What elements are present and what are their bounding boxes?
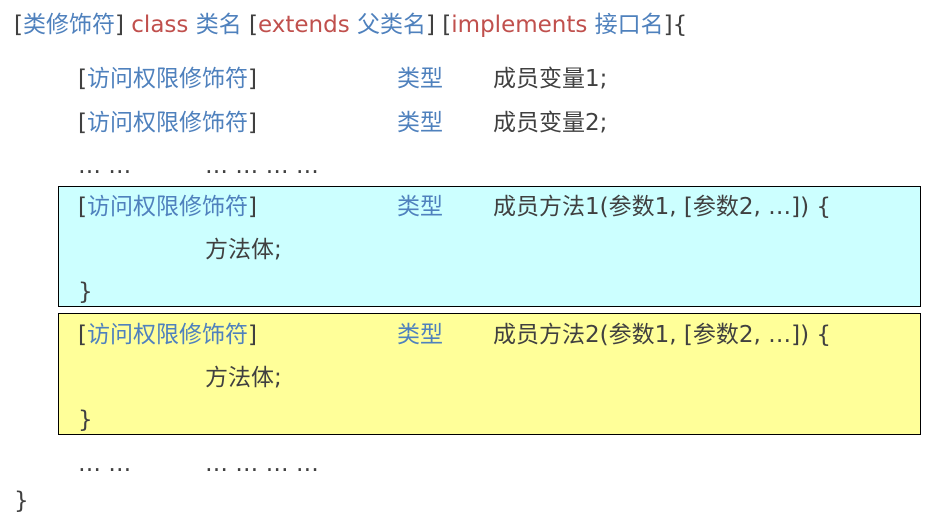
- field-type: 类型: [397, 110, 443, 136]
- field-type: 类型: [397, 66, 443, 92]
- access-modifier-label: 访问权限修饰符: [86, 322, 248, 348]
- method-close-brace: }: [78, 279, 93, 305]
- parent-class-name-label: 父类名: [357, 12, 426, 38]
- implements-keyword: implements: [451, 12, 588, 38]
- method-body: 方法体;: [205, 365, 282, 391]
- extends-keyword: extends: [258, 12, 350, 38]
- method-close-brace: }: [78, 407, 93, 433]
- close-bracket: ]: [663, 12, 673, 38]
- interface-name-label: 接口名: [594, 12, 664, 38]
- class-modifier-label: 类修饰符: [22, 12, 115, 38]
- field-name: 成员变量1;: [493, 66, 608, 92]
- access-modifier: [访问权限修饰符]: [78, 64, 257, 94]
- close-bracket: ]: [247, 194, 257, 220]
- method-signature: 成员方法1(参数1, [参数2, …]) {: [493, 194, 831, 220]
- method-return-type: 类型: [397, 322, 443, 348]
- open-bracket: [: [249, 12, 258, 38]
- open-bracket: [: [78, 66, 87, 92]
- method-body: 方法体;: [205, 237, 282, 263]
- open-brace: {: [672, 12, 688, 38]
- access-modifier: [访问权限修饰符]: [78, 108, 257, 138]
- close-bracket: ]: [247, 66, 257, 92]
- ellipsis-right: … … … …: [205, 451, 319, 477]
- access-modifier-label: 访问权限修饰符: [86, 110, 248, 136]
- method-signature: 成员方法2(参数1, [参数2, …]) {: [493, 322, 831, 348]
- open-bracket: [: [78, 110, 87, 136]
- access-modifier-label: 访问权限修饰符: [86, 66, 248, 92]
- open-bracket: [: [442, 12, 452, 38]
- open-bracket: [: [78, 322, 87, 348]
- class-declaration-header: [类修饰符] class 类名 [extends 父类名] [implement…: [14, 10, 687, 40]
- ellipsis-right: … … … …: [205, 153, 319, 179]
- method-return-type: 类型: [397, 194, 443, 220]
- close-bracket: ]: [247, 322, 257, 348]
- access-modifier-label: 访问权限修饰符: [86, 194, 248, 220]
- close-bracket: ]: [114, 12, 124, 38]
- close-bracket: ]: [247, 110, 257, 136]
- class-keyword: class: [131, 12, 189, 38]
- class-close-brace: }: [14, 488, 29, 514]
- field-name: 成员变量2;: [493, 110, 608, 136]
- open-bracket: [: [14, 12, 23, 38]
- access-modifier: [访问权限修饰符]: [78, 192, 257, 222]
- access-modifier: [访问权限修饰符]: [78, 320, 257, 350]
- ellipsis-left: … …: [78, 451, 132, 477]
- open-bracket: [: [78, 194, 87, 220]
- class-name-label: 类名: [195, 12, 242, 38]
- close-bracket: ]: [426, 12, 435, 38]
- ellipsis-left: … …: [78, 153, 132, 179]
